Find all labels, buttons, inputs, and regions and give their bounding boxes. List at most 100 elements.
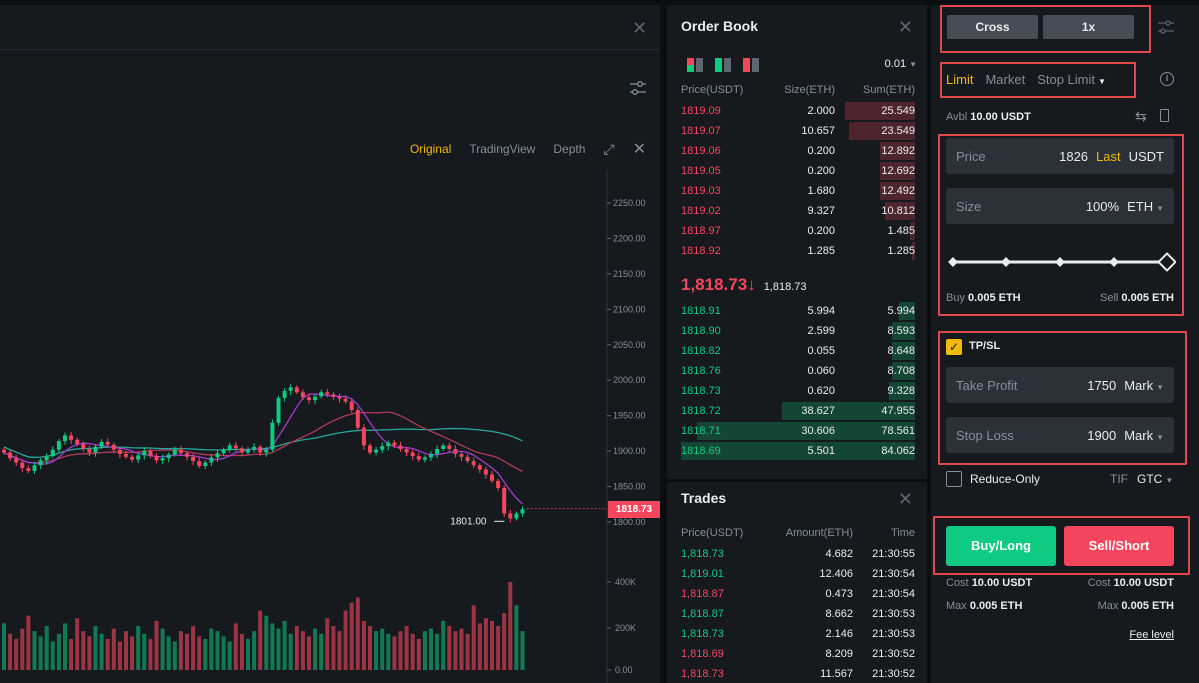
order-book-panel: Order Book ✕ 0.01 ▼ Price(USDT) Size(ETH)… (667, 5, 927, 479)
fee-level-link[interactable]: Fee level (1129, 629, 1174, 641)
size-cell: 1.680 (807, 185, 835, 197)
margin-mode-button[interactable]: Cross (947, 15, 1038, 39)
trade-amount: 8.662 (825, 608, 853, 620)
close-icon[interactable]: ✕ (898, 490, 913, 508)
header-time: Time (890, 527, 915, 539)
buy-cost-row: Cost 10.00 USDT (946, 577, 1032, 589)
bid-row[interactable]: 1818.73 0.620 9.328 (681, 381, 915, 401)
ask-row[interactable]: 1819.05 0.200 12.692 (681, 161, 915, 181)
slider-handle[interactable] (1157, 252, 1176, 272)
bid-row[interactable]: 1818.91 5.994 5.994 (681, 301, 915, 321)
chevron-down-icon: ▼ (1156, 382, 1164, 392)
ask-row[interactable]: 1818.92 1.285 1.285 (681, 241, 915, 261)
price-axis-label: 2200.00 (613, 233, 646, 243)
tab-limit[interactable]: Limit (946, 72, 973, 87)
price-cell: 1818.82 (681, 345, 721, 357)
price-input[interactable]: Price 1826 Last USDT (946, 138, 1174, 174)
ask-row[interactable]: 1819.02 9.327 10.812 (681, 201, 915, 221)
tab-tradingview[interactable]: TradingView (469, 142, 535, 156)
candle-body (44, 456, 49, 461)
candle-body (246, 449, 250, 453)
close-icon[interactable]: ✕ (632, 19, 647, 37)
stop-loss-trigger-select[interactable]: Mark ▼ (1124, 428, 1164, 443)
expand-icon[interactable]: ⤢ (603, 141, 614, 158)
bid-row[interactable]: 1818.82 0.055 8.648 (681, 341, 915, 361)
info-icon[interactable]: i (1160, 72, 1174, 86)
mid-price[interactable]: 1,818.73↓ 1,818.73 (681, 275, 807, 295)
take-profit-input[interactable]: Take Profit 1750 Mark ▼ (946, 367, 1174, 403)
candle-body (8, 452, 13, 459)
bid-row[interactable]: 1818.76 0.060 8.708 (681, 361, 915, 381)
close-icon[interactable]: ✕ (633, 139, 646, 159)
candle-body (215, 453, 220, 458)
ma-line-mid (3, 411, 523, 472)
trade-amount: 12.406 (819, 568, 853, 580)
tab-original[interactable]: Original (410, 142, 451, 156)
candle-body (398, 445, 403, 449)
price-axis-label: 2050.00 (613, 340, 646, 350)
size-input[interactable]: Size 100% ETH ▼ (946, 188, 1174, 224)
sell-short-button[interactable]: Sell/Short (1064, 526, 1174, 566)
stop-loss-input[interactable]: Stop Loss 1900 Mark ▼ (946, 417, 1174, 453)
ask-row[interactable]: 1819.09 2.000 25.549 (681, 101, 915, 121)
candle-body (459, 453, 464, 457)
ask-row[interactable]: 1819.03 1.680 12.492 (681, 181, 915, 201)
settings-sliders-icon[interactable] (1157, 19, 1175, 35)
bid-row[interactable]: 1818.69 5.501 84.062 (681, 441, 915, 461)
order-book-title: Order Book (681, 18, 759, 34)
volume-bar (87, 636, 92, 670)
tab-stop-limit[interactable]: Stop Limit ▼ (1037, 72, 1106, 87)
candle-body (270, 422, 275, 450)
bids-only-view-icon[interactable] (715, 58, 731, 72)
candle-body (514, 513, 519, 519)
reduce-only-checkbox[interactable] (946, 471, 962, 487)
transfer-icon[interactable]: ⇆ (1135, 108, 1147, 125)
tab-market[interactable]: Market (985, 72, 1025, 87)
bid-row[interactable]: 1818.71 30.606 78.561 (681, 421, 915, 441)
sum-cell: 78.561 (881, 425, 915, 437)
buy-amount-row: Buy 0.005 ETH (946, 292, 1021, 304)
precision-select[interactable]: 0.01 ▼ (885, 58, 917, 70)
sell-amount-value: 0.005 ETH (1121, 292, 1174, 304)
trades-list: 1,818.73 4.682 21:30:55 1,819.01 12.406 21:30… (681, 544, 915, 683)
leverage-button[interactable]: 1x (1043, 15, 1134, 39)
volume-bar (349, 602, 354, 670)
take-profit-trigger-select[interactable]: Mark ▼ (1124, 378, 1164, 393)
ask-row[interactable]: 1819.07 10.657 23.549 (681, 121, 915, 141)
volume-bar (191, 626, 196, 670)
candlestick-chart[interactable]: 2250.00 2200.00 2150.00 2100.00 2050.00 2000.… (0, 160, 660, 683)
volume-bar (50, 641, 55, 670)
bid-row[interactable]: 1818.90 2.599 8.593 (681, 321, 915, 341)
tpsl-checkbox[interactable]: ✓ (946, 339, 962, 355)
size-slider[interactable] (946, 250, 1176, 274)
tab-depth[interactable]: Depth (553, 142, 585, 156)
price-cell: 1818.92 (681, 245, 721, 257)
volume-bar (26, 615, 31, 670)
size-cell: 10.657 (801, 125, 835, 137)
avbl-label: Avbl (946, 111, 968, 123)
bid-row[interactable]: 1818.72 38.627 47.955 (681, 401, 915, 421)
candle-body (496, 480, 501, 488)
price-source[interactable]: Last (1096, 149, 1121, 164)
ask-row[interactable]: 1818.97 0.200 1.485 (681, 221, 915, 241)
buy-amount-label: Buy (946, 292, 965, 304)
asks-only-view-icon[interactable] (743, 58, 759, 72)
trade-amount: 2.146 (825, 628, 853, 640)
price-cell: 1819.07 (681, 125, 721, 137)
candle-body (142, 451, 147, 456)
both-sides-view-icon[interactable] (687, 58, 703, 72)
candle-body (410, 452, 415, 457)
size-unit-select[interactable]: ETH ▼ (1127, 199, 1164, 214)
calculator-icon[interactable] (1160, 109, 1169, 122)
volume-bar (441, 620, 446, 670)
close-icon[interactable]: ✕ (898, 18, 913, 36)
candle-body (502, 487, 507, 514)
candle-body (447, 445, 452, 449)
tif-select[interactable]: GTC ▼ (1137, 472, 1173, 486)
settings-sliders-icon[interactable] (628, 79, 648, 97)
volume-bar (355, 597, 360, 670)
candle-body (81, 444, 86, 449)
buy-long-button[interactable]: Buy/Long (946, 526, 1056, 566)
volume-bar (313, 628, 318, 670)
ask-row[interactable]: 1819.06 0.200 12.892 (681, 141, 915, 161)
